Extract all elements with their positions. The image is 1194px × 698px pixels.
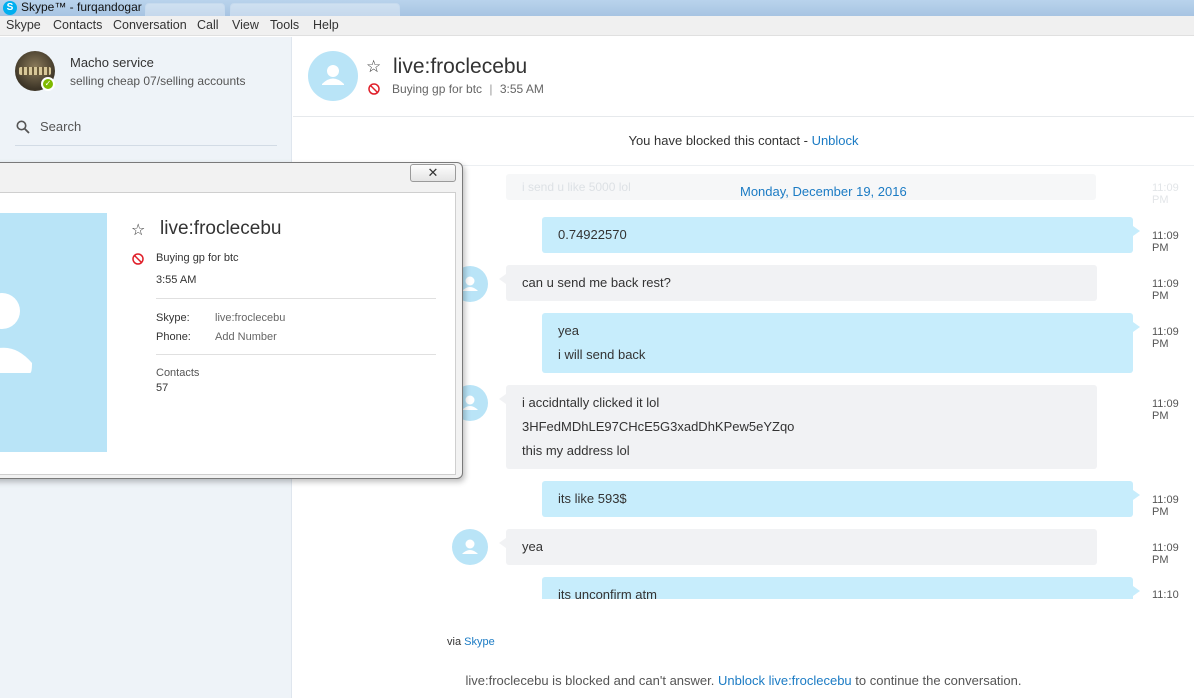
popup-local-time: 3:55 AM bbox=[156, 274, 197, 286]
background-window-tab bbox=[230, 3, 400, 16]
skype-id-label: Skype: bbox=[156, 312, 190, 324]
separator: | bbox=[489, 82, 493, 96]
blocked-banner: You have blocked this contact - Unblock bbox=[293, 133, 1194, 148]
divider bbox=[156, 354, 436, 355]
message-text: 3HFedMDhLE97CHcE5G3xadDhKPew5eYZqo bbox=[522, 419, 795, 434]
outgoing-message[interactable]: its like 593$ bbox=[542, 481, 1140, 517]
search-input[interactable]: Search bbox=[40, 119, 81, 134]
chat-scroll-clip: its unconfirm atm 11:10 PM bbox=[440, 575, 1194, 599]
message-time: 11:09 PM bbox=[1152, 230, 1179, 254]
menu-help[interactable]: Help bbox=[313, 18, 339, 32]
skype-link[interactable]: Skype bbox=[464, 636, 495, 648]
phone-label: Phone: bbox=[156, 331, 191, 343]
message-time: 11:09 PM bbox=[1152, 494, 1179, 518]
message-time: 11:09 PM bbox=[1152, 278, 1179, 302]
unblock-contact-link[interactable]: Unblock live:froclecebu bbox=[718, 673, 852, 688]
close-icon: ✕ bbox=[427, 165, 439, 180]
default-person-icon bbox=[0, 293, 32, 373]
blocked-banner-text: You have blocked this contact - bbox=[628, 133, 812, 148]
message-text: i will send back bbox=[558, 347, 646, 362]
via-prefix: via bbox=[447, 636, 465, 648]
blocked-footer: live:froclecebu is blocked and can't ans… bbox=[293, 673, 1194, 688]
blocked-icon bbox=[368, 83, 380, 95]
popup-mood: Buying gp for btc bbox=[156, 252, 239, 264]
footer-text-end: to continue the conversation. bbox=[851, 673, 1022, 688]
my-display-name[interactable]: Macho service bbox=[70, 55, 154, 70]
incoming-message[interactable]: can u send me back rest? bbox=[499, 265, 1097, 301]
contact-mood-and-time: Buying gp for btc | 3:55 AM bbox=[392, 82, 544, 96]
footer-text: live:froclecebu is blocked and can't ans… bbox=[465, 673, 718, 688]
menu-bar: Skype Contacts Conversation Call View To… bbox=[0, 16, 1194, 36]
search-icon[interactable] bbox=[16, 120, 30, 134]
message-text: i accidntally clicked it lol bbox=[522, 395, 660, 410]
faded-message-time: 11:09 PM bbox=[1152, 182, 1179, 206]
avatar-image bbox=[19, 67, 51, 75]
contacts-count-label: Contacts bbox=[156, 367, 200, 379]
window-title-bar[interactable]: S Skype™ - furqandogar bbox=[0, 0, 1194, 16]
unblock-link[interactable]: Unblock bbox=[812, 133, 859, 148]
popup-contact-name: live:froclecebu bbox=[160, 218, 282, 239]
message-time: 11:09 PM bbox=[1152, 542, 1179, 566]
sender-avatar[interactable] bbox=[452, 529, 488, 565]
menu-contacts[interactable]: Contacts bbox=[53, 18, 102, 32]
favorite-star-icon[interactable]: ☆ bbox=[131, 220, 145, 240]
message-text: yea bbox=[522, 539, 543, 554]
contacts-count-value: 57 bbox=[156, 382, 169, 394]
via-skype: via Skype bbox=[447, 636, 495, 648]
default-person-icon bbox=[322, 65, 344, 85]
favorite-star-icon[interactable]: ☆ bbox=[366, 57, 381, 77]
contact-profile-popup[interactable]: ✕ ☆ live:froclecebu Buying gp for btc 3:… bbox=[0, 162, 463, 479]
close-button[interactable]: ✕ bbox=[410, 164, 456, 182]
menu-tools[interactable]: Tools bbox=[270, 18, 299, 32]
message-time: 11:10 PM bbox=[1152, 589, 1179, 599]
window-title: Skype™ - furqandogar bbox=[21, 0, 142, 14]
outgoing-message[interactable]: 0.74922570 bbox=[542, 217, 1140, 253]
skype-id-value: live:froclecebu bbox=[215, 312, 286, 324]
message-text: its like 593$ bbox=[558, 491, 627, 506]
default-person-icon bbox=[462, 539, 478, 554]
divider bbox=[156, 298, 436, 299]
message-text: yea bbox=[558, 323, 579, 338]
online-status-icon: ✓ bbox=[41, 77, 55, 91]
message-time: 11:09 PM bbox=[1152, 326, 1179, 350]
menu-view[interactable]: View bbox=[232, 18, 259, 32]
contact-name[interactable]: live:froclecebu bbox=[393, 55, 527, 79]
contact-mood: Buying gp for btc bbox=[392, 82, 483, 96]
add-number-link[interactable]: Add Number bbox=[215, 331, 277, 343]
menu-conversation[interactable]: Conversation bbox=[113, 18, 187, 32]
my-avatar[interactable]: ✓ bbox=[15, 51, 55, 91]
header-divider bbox=[293, 116, 1194, 117]
date-separator: Monday, December 19, 2016 bbox=[740, 184, 907, 199]
outgoing-message[interactable]: its unconfirm atm bbox=[542, 577, 1140, 599]
contact-avatar[interactable] bbox=[308, 51, 358, 101]
menu-call[interactable]: Call bbox=[197, 18, 219, 32]
my-mood-message[interactable]: selling cheap 07/selling accounts bbox=[70, 74, 245, 88]
popup-content: ☆ live:froclecebu Buying gp for btc 3:55… bbox=[0, 192, 456, 475]
incoming-message[interactable]: i accidntally clicked it lol 3HFedMDhLE9… bbox=[499, 385, 1097, 469]
search-underline bbox=[15, 145, 277, 146]
profile-picture bbox=[0, 213, 107, 452]
contact-local-time: 3:55 AM bbox=[499, 82, 544, 96]
faded-message-text: i send u like 5000 lol bbox=[522, 180, 631, 194]
incoming-message[interactable]: yea bbox=[499, 529, 1097, 565]
skype-logo-icon: S bbox=[3, 1, 17, 15]
outgoing-message[interactable]: yea i will send back bbox=[542, 313, 1140, 373]
message-text: can u send me back rest? bbox=[522, 275, 671, 290]
blocked-icon bbox=[132, 253, 144, 265]
message-text: 0.74922570 bbox=[558, 227, 627, 242]
background-window-tab bbox=[145, 3, 225, 16]
message-text: this my address lol bbox=[522, 443, 630, 458]
message-text: its unconfirm atm bbox=[558, 587, 657, 599]
message-time: 11:09 PM bbox=[1152, 398, 1179, 422]
menu-skype[interactable]: Skype bbox=[6, 18, 41, 32]
